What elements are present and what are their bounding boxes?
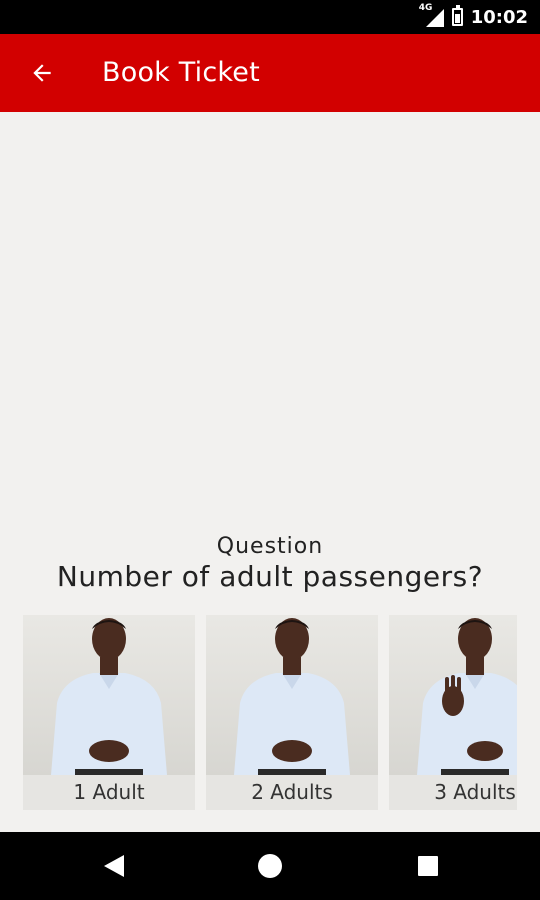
option-label: 1 Adult: [73, 780, 145, 804]
answer-options: 1 Adult 2 Adults 3 Adults: [0, 615, 517, 810]
question-text: Number of adult passengers?: [56, 560, 484, 593]
app-bar: Book Ticket: [0, 34, 540, 112]
page-title: Book Ticket: [102, 57, 260, 88]
nav-home-button[interactable]: [240, 832, 300, 900]
status-time: 10:02: [470, 6, 528, 28]
option-label: 2 Adults: [251, 780, 333, 804]
arrow-back-icon: [33, 64, 51, 82]
option-label: 3 Adults: [434, 780, 516, 804]
sign-video-thumbnail: [389, 615, 517, 775]
square-recents-icon: [418, 856, 438, 876]
sign-video-thumbnail: [206, 615, 378, 775]
option-1-adult[interactable]: 1 Adult: [23, 615, 195, 810]
nav-back-button[interactable]: [84, 832, 144, 900]
option-3-adults[interactable]: 3 Adults: [389, 615, 517, 810]
circle-home-icon: [258, 854, 282, 878]
back-button[interactable]: [22, 53, 62, 93]
cell-signal-icon: 4G: [419, 4, 444, 27]
battery-icon: [451, 5, 463, 26]
status-bar: 4G 10:02: [0, 0, 540, 34]
navigation-bar: [0, 832, 540, 900]
question-label: Question: [216, 534, 324, 559]
sign-video-thumbnail: [23, 615, 195, 775]
status-icons: 4G 10:02: [419, 0, 528, 34]
nav-recents-button[interactable]: [398, 832, 458, 900]
option-2-adults[interactable]: 2 Adults: [206, 615, 378, 810]
triangle-back-icon: [104, 855, 124, 877]
